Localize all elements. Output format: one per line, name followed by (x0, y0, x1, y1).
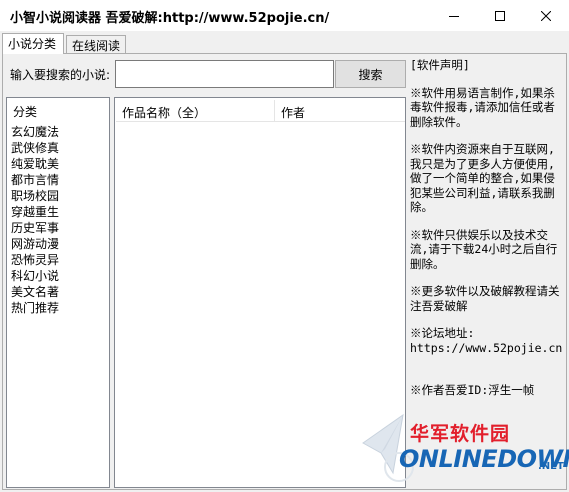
category-items: 玄幻魔法 武侠修真 纯爱耽美 都市言情 职场校园 穿越重生 历史军事 网游动漫 … (11, 124, 107, 316)
maximize-button[interactable] (477, 0, 523, 31)
category-item[interactable]: 穿越重生 (11, 204, 107, 220)
maximize-icon (495, 10, 505, 21)
watermark-com: .NET (538, 461, 564, 472)
category-item[interactable]: 武侠修真 (11, 140, 107, 156)
category-item[interactable]: 恐怖灵异 (11, 252, 107, 268)
search-button[interactable]: 搜索 (335, 60, 406, 88)
tab-novel-categories[interactable]: 小说分类 (2, 33, 64, 54)
category-item[interactable]: 热门推荐 (11, 300, 107, 316)
category-item[interactable]: 科幻小说 (11, 268, 107, 284)
forum-url: https://www.52pojie.cn (410, 340, 562, 355)
title-bar[interactable]: 小智小说阅读器 吾爱破解:http://www.52pojie.cn/ (0, 0, 569, 31)
forum-label: ※论坛地址: (410, 326, 475, 340)
category-item[interactable]: 玄幻魔法 (11, 124, 107, 140)
search-label: 输入要搜索的小说: (10, 68, 111, 82)
column-header-title[interactable]: 作品名称（全） (116, 100, 275, 122)
minimize-button[interactable] (431, 0, 477, 31)
tab-strip: 小说分类 在线阅读 (2, 33, 567, 54)
watermark-cn: 华军软件园 (410, 423, 511, 445)
category-list[interactable]: 分类 玄幻魔法 武侠修真 纯爱耽美 都市言情 职场校园 穿越重生 历史军事 网游… (6, 97, 110, 488)
tab-online-reading[interactable]: 在线阅读 (66, 35, 126, 53)
category-item[interactable]: 纯爱耽美 (11, 156, 107, 172)
category-item[interactable]: 职场校园 (11, 188, 107, 204)
notice-paragraph: ※软件用易语言制作,如果杀毒软件报毒,请添加信任或者删除软件。 (410, 85, 555, 129)
minimize-icon (449, 15, 459, 17)
category-item[interactable]: 美文名著 (11, 284, 107, 300)
notice-paragraph: ※软件内资源来自于互联网,我只是为了更多人方便使用,做了一个简单的整合,如果侵犯… (410, 142, 555, 214)
watermark: 华军软件园 ONLINEDOWN .NET (355, 395, 569, 492)
search-input[interactable] (115, 60, 334, 88)
notice-paragraph: ※更多软件以及破解教程请关注吾爱破解 (410, 284, 560, 313)
close-button[interactable] (523, 0, 569, 31)
notice-title: [软件声明] (410, 58, 470, 72)
close-icon (541, 10, 551, 21)
category-item[interactable]: 历史军事 (11, 220, 107, 236)
notice-paragraph: ※软件只供娱乐以及技术交流,请于下载24小时之后自行删除。 (410, 227, 558, 271)
column-header-author[interactable]: 作者 (275, 100, 405, 122)
category-item[interactable]: 网游动漫 (11, 236, 107, 252)
window-title: 小智小说阅读器 吾爱破解:http://www.52pojie.cn/ (10, 11, 330, 26)
category-item[interactable]: 都市言情 (11, 172, 107, 188)
category-list-header: 分类 (13, 105, 38, 119)
